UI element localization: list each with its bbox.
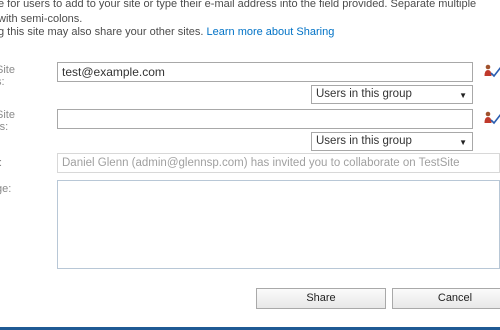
intro-text: e for users to add to your site or type … — [0, 0, 500, 39]
owners-input[interactable] — [57, 109, 473, 129]
people-check-icon[interactable] — [484, 111, 500, 125]
intro-line-1: e for users to add to your site or type … — [0, 0, 477, 10]
users-input[interactable]: test@example.com — [57, 62, 473, 82]
intro-line-3-text: g this site may also share your other si… — [0, 26, 204, 38]
owners-field-label: Site rs: — [0, 109, 15, 133]
users-field-label: Site s: — [0, 64, 15, 88]
users-label-line-1: Site — [0, 64, 15, 76]
intro-line-2: with semi-colons. — [0, 13, 83, 25]
users-group-value: Users in this group — [316, 88, 412, 100]
owners-label-line-1: Site — [0, 109, 15, 121]
users-group-select[interactable]: Users in this group ▼ — [311, 85, 473, 104]
chevron-down-icon: ▼ — [459, 91, 467, 100]
message-label: ge: — [0, 183, 12, 195]
people-check-icon[interactable] — [484, 64, 500, 78]
chevron-down-icon: ▼ — [459, 138, 467, 147]
learn-more-link[interactable]: Learn more about Sharing — [207, 26, 335, 38]
subject-input[interactable]: Daniel Glenn (admin@glennsp.com) has inv… — [57, 153, 500, 173]
subject-label: t: — [0, 157, 2, 169]
owners-group-value: Users in this group — [316, 135, 412, 147]
owners-group-select[interactable]: Users in this group ▼ — [311, 132, 473, 151]
intro-line-3: g this site may also share your other si… — [0, 26, 500, 39]
users-label-line-2: s: — [0, 76, 5, 88]
share-button[interactable]: Share — [256, 288, 386, 309]
owners-label-line-2: rs: — [0, 121, 9, 133]
message-textarea[interactable] — [57, 180, 500, 269]
cancel-button[interactable]: Cancel — [392, 288, 500, 309]
